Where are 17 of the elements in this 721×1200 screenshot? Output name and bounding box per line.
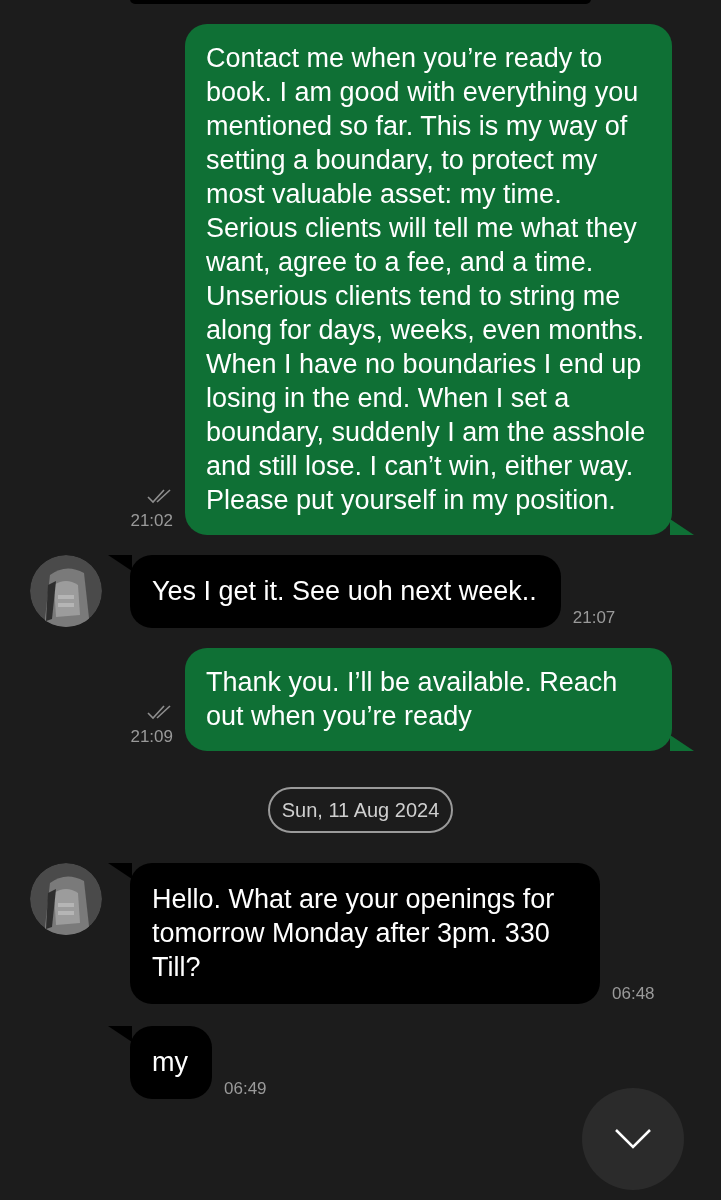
bubble-tail (670, 519, 694, 535)
message-bubble: Thank you. I’ll be available. Reach out when you’re ready (185, 648, 672, 751)
bubble-tail (108, 863, 132, 879)
bubble-tail (108, 555, 132, 571)
message-time: 21:07 (572, 606, 616, 629)
message-time: 21:09 (130, 725, 173, 748)
chevron-down-icon (614, 1128, 652, 1150)
message-bubble: my (130, 1026, 212, 1099)
message-bubble: Contact me when you’re ready to book. I am good with everything you mentioned so far. This is my way of setting a boundary, to protect my most valuable asset: my time. Serious clients will tell me what they want, agree to a fee, and a time. Unserious clients tend to string me along for days, weeks, even months. When I have no boundaries I end up losing in the end. When I set a boundary, suddenly I am the asshole and still lose. I can’t win, either way. Please put yourself in my position. (185, 24, 672, 535)
message-bubble: Hello. What are your openings for tomorrow Monday after 3pm. 330 Till? (130, 863, 600, 1004)
date-chip: Sun, 11 Aug 2024 (267, 787, 454, 833)
bubble-tail (108, 1026, 132, 1042)
bubble-tail (670, 735, 694, 751)
message-time: 06:48 (612, 982, 655, 1005)
message-bubble: Yes I get it. See uoh next week.. (130, 555, 561, 628)
message-time: 06:49 (224, 1077, 267, 1100)
message-time: 21:02 (130, 509, 173, 532)
